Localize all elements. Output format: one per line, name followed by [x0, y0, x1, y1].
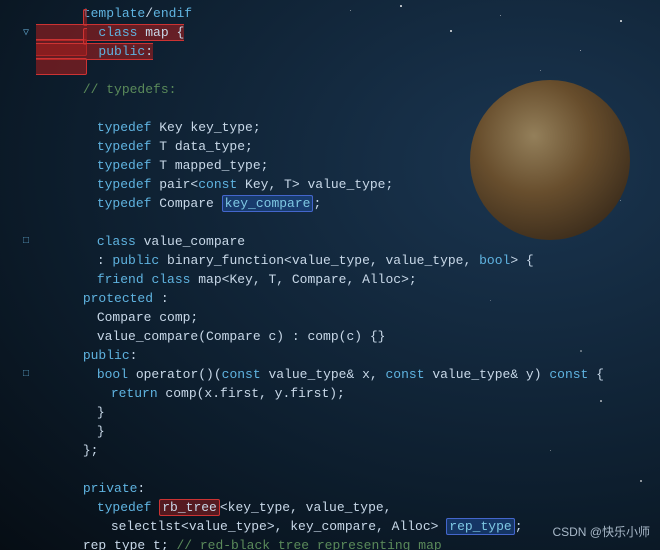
code-line-10: typedef Compare key_compare; [0, 194, 660, 213]
watermark-text: CSDN @快乐小师 [552, 525, 650, 539]
keyword-typedef: typedef [97, 196, 152, 211]
keyword-public: public [98, 44, 145, 59]
line-collapse[interactable]: □ [20, 236, 32, 247]
compare-key-highlight: key_compare [225, 196, 311, 211]
line-collapse[interactable]: □ [20, 369, 32, 380]
code-text: : [145, 44, 153, 59]
code-line-4: // typedefs: [0, 80, 660, 99]
code-text: }; [83, 443, 99, 458]
code-text: ; [313, 196, 321, 211]
code-line-2: public: [0, 42, 660, 61]
line-content: public: [32, 542, 660, 550]
comment: // typedefs: [83, 82, 177, 97]
watermark: CSDN @快乐小师 [552, 523, 650, 540]
code-text: Compare [151, 196, 221, 211]
code-line-23: }; [0, 441, 660, 460]
code-editor: template/endif ▽ class map { public: [0, 0, 660, 550]
line-collapse: ▽ [20, 27, 32, 39]
